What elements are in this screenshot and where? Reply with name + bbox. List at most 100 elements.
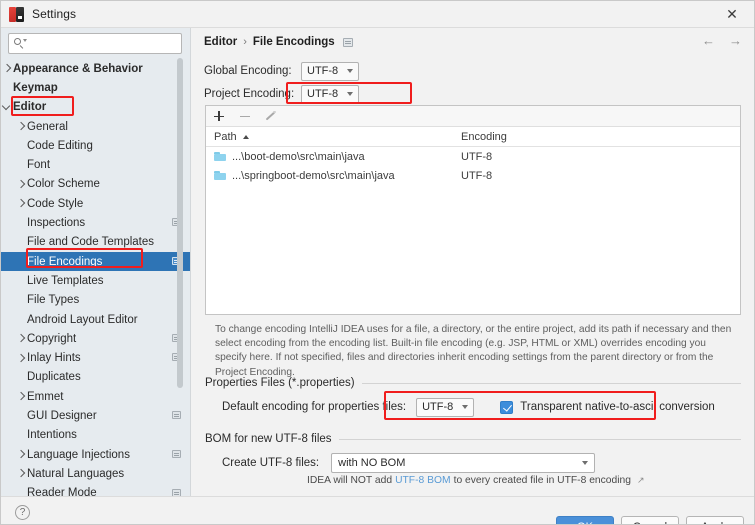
sidebar-item-appearance-behavior[interactable]: Appearance & Behavior (1, 59, 190, 78)
create-utf8-files-dropdown[interactable]: with NO BOM (331, 453, 596, 473)
transparent-conversion-checkbox-row[interactable]: Transparent native-to-ascii conversion (500, 400, 715, 414)
table-row[interactable]: ...\springboot-demo\src\main\java UTF-8 (206, 166, 740, 185)
create-utf8-files-value: with NO BOM (338, 457, 406, 469)
sidebar-item-label: File and Code Templates (27, 236, 154, 249)
project-encoding-dropdown[interactable]: UTF-8 (301, 84, 360, 104)
sidebar-item-color-scheme[interactable]: Color Scheme (1, 175, 190, 194)
settings-sidebar: Appearance & Behavior Keymap Editor General… (1, 28, 191, 496)
chevron-right-icon[interactable] (17, 199, 26, 208)
sidebar-item-general[interactable]: General (1, 117, 190, 136)
chevron-down-icon (582, 461, 589, 465)
sidebar-item-label: Font (27, 159, 51, 172)
sidebar-item-label: Inlay Hints (27, 352, 81, 365)
ok-button[interactable]: OK (556, 516, 614, 524)
sidebar-item-intentions[interactable]: Intentions (1, 426, 190, 445)
table-cell-encoding[interactable]: UTF-8 (457, 170, 492, 182)
sidebar-item-code-style[interactable]: Code Style (1, 194, 190, 213)
encoding-table-toolbar (206, 106, 740, 127)
edit-icon[interactable] (264, 110, 277, 123)
chevron-right-icon[interactable] (3, 64, 12, 73)
chevron-right-icon[interactable] (17, 334, 26, 343)
breadcrumb-separator: › (243, 36, 247, 48)
sidebar-item-label: Keymap (13, 81, 58, 94)
sidebar-item-natural-languages[interactable]: Natural Languages (1, 464, 190, 483)
group-divider (361, 382, 741, 384)
project-encoding-value: UTF-8 (307, 88, 339, 100)
table-cell-path: ...\springboot-demo\src\main\java (206, 170, 457, 182)
global-encoding-dropdown[interactable]: UTF-8 (301, 61, 360, 81)
sidebar-item-file-and-code-templates[interactable]: File and Code Templates (1, 233, 190, 252)
apply-button[interactable]: Apply (686, 516, 744, 524)
encoding-hint-text: To change encoding IntelliJ IDEA uses fo… (215, 324, 732, 378)
sidebar-item-language-injections[interactable]: Language Injections (1, 445, 190, 464)
search-input[interactable] (29, 36, 176, 51)
sidebar-item-font[interactable]: Font (1, 155, 190, 174)
search-box[interactable] (8, 33, 182, 54)
sidebar-item-emmet[interactable]: Emmet (1, 387, 190, 406)
search-icon (14, 38, 27, 49)
sidebar-item-code-editing[interactable]: Code Editing (1, 136, 190, 155)
sidebar-item-inspections[interactable]: Inspections (1, 213, 190, 232)
breadcrumb: Editor › File Encodings (191, 28, 754, 56)
intellij-idea-icon (9, 6, 24, 22)
sidebar-item-label: Code Style (27, 197, 84, 210)
sidebar-item-file-types[interactable]: File Types (1, 291, 190, 310)
back-arrow-icon[interactable]: ← (702, 33, 715, 48)
cancel-button[interactable]: Cancel (621, 516, 679, 524)
sidebar-item-label: Language Injections (27, 448, 130, 461)
sidebar-item-keymap[interactable]: Keymap (1, 78, 190, 97)
sidebar-item-label: Inspections (27, 217, 86, 230)
sidebar-scrollbar[interactable] (177, 30, 183, 494)
breadcrumb-root[interactable]: Editor (204, 36, 237, 48)
table-cell-encoding[interactable]: UTF-8 (457, 151, 492, 163)
global-encoding-row: Global Encoding: UTF-8 (204, 61, 360, 81)
default-properties-encoding-label: Default encoding for properties files: (222, 401, 407, 413)
sidebar-item-live-templates[interactable]: Live Templates (1, 271, 190, 290)
close-icon[interactable]: ✕ (710, 1, 754, 28)
table-row[interactable]: ...\boot-demo\src\main\java UTF-8 (206, 147, 740, 166)
dialog-footer: ? OK Cancel Apply (1, 496, 754, 524)
sidebar-item-label: Intentions (27, 429, 77, 442)
sidebar-item-duplicates[interactable]: Duplicates (1, 368, 190, 387)
default-properties-encoding-dropdown[interactable]: UTF-8 (416, 397, 475, 417)
chevron-right-icon[interactable] (17, 354, 26, 363)
chevron-right-icon[interactable] (17, 469, 26, 478)
chevron-right-icon[interactable] (17, 122, 26, 131)
sidebar-item-reader-mode[interactable]: Reader Mode (1, 484, 190, 496)
properties-files-group-header: Properties Files (*.properties) (205, 377, 741, 389)
remove-icon[interactable] (238, 110, 251, 123)
chevron-down-icon[interactable] (3, 103, 12, 112)
chevron-right-icon[interactable] (17, 450, 26, 459)
chevron-down-icon (347, 69, 354, 73)
sidebar-scrollbar-thumb[interactable] (177, 58, 183, 388)
sidebar-item-inlay-hints[interactable]: Inlay Hints (1, 348, 190, 367)
default-properties-encoding-value: UTF-8 (422, 401, 454, 413)
sidebar-item-label: General (27, 120, 68, 133)
column-header-path[interactable]: Path (206, 131, 457, 143)
help-icon[interactable]: ? (15, 505, 30, 520)
sidebar-item-editor[interactable]: Editor (1, 98, 190, 117)
sidebar-item-gui-designer[interactable]: GUI Designer (1, 406, 190, 425)
sidebar-item-file-encodings[interactable]: File Encodings (1, 251, 190, 272)
create-utf8-files-label: Create UTF-8 files: (222, 457, 320, 469)
sort-ascending-icon (242, 134, 249, 139)
default-properties-encoding-row: Default encoding for properties files: U… (222, 397, 715, 417)
chevron-right-icon[interactable] (17, 392, 26, 401)
sidebar-item-label: File Types (27, 294, 80, 307)
bom-hint-prefix: IDEA will NOT add (307, 475, 393, 486)
chevron-right-icon[interactable] (17, 180, 26, 189)
sidebar-item-label: Appearance & Behavior (13, 62, 143, 75)
sidebar-item-copyright[interactable]: Copyright (1, 329, 190, 348)
column-header-encoding[interactable]: Encoding (457, 131, 507, 143)
bom-hint-suffix: to every created file in UTF-8 encoding (453, 475, 631, 486)
settings-sync-badge-icon (342, 37, 353, 47)
chevron-down-icon (462, 405, 469, 409)
settings-tree: Appearance & Behavior Keymap Editor General… (1, 59, 190, 496)
forward-arrow-icon[interactable]: → (729, 33, 742, 48)
transparent-conversion-checkbox[interactable] (500, 400, 514, 414)
table-cell-path: ...\boot-demo\src\main\java (206, 151, 457, 163)
add-icon[interactable] (212, 110, 225, 123)
bom-hint-link[interactable]: UTF-8 BOM (395, 475, 451, 486)
sidebar-item-android-layout-editor[interactable]: Android Layout Editor (1, 310, 190, 329)
sidebar-item-label: Reader Mode (27, 487, 97, 496)
